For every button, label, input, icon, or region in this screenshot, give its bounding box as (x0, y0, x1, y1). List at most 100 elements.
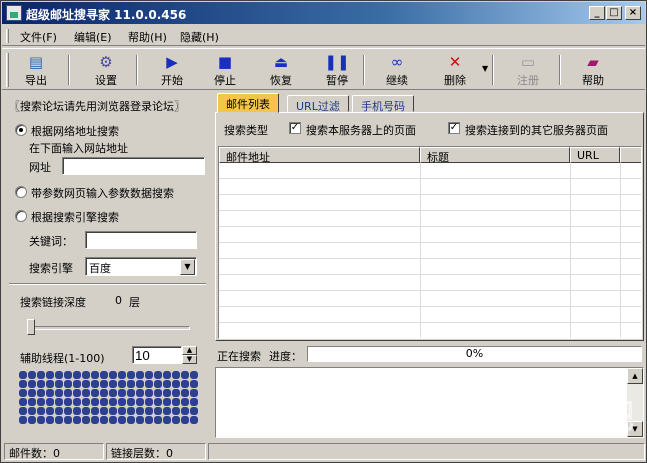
toolbar: ▤ 导出 ⚙ 设置 ▶ 开始 ■ 停止 ⏏ 恢复 ❚❚ 暂停 ∞ 继续 ✕ 删除 ▭ 注册 ▰ 帮助 ▼ (2, 48, 645, 90)
engine-select[interactable]: 百度 ▼ (85, 257, 197, 276)
depth-slider-track (27, 326, 190, 330)
thread-dot (46, 380, 54, 388)
thread-dot (28, 407, 36, 415)
minimize-button[interactable]: _ (589, 6, 605, 20)
thread-dot (91, 389, 99, 397)
toolbar-button-label: 开始 (161, 74, 183, 87)
thread-dot (73, 398, 81, 406)
table-row[interactable] (219, 163, 641, 179)
checkbox-local-server[interactable]: ✓ (289, 122, 301, 134)
table-row[interactable] (219, 211, 641, 227)
table-row[interactable] (219, 243, 641, 259)
thread-dot (145, 371, 153, 379)
thread-dot (55, 416, 63, 424)
toolbar-button-1[interactable]: ⚙ 设置 (86, 51, 126, 89)
table-row[interactable] (219, 307, 641, 323)
thread-dot (109, 389, 117, 397)
keyword-input[interactable] (85, 231, 197, 249)
table-row[interactable] (219, 259, 641, 275)
depth-slider-thumb[interactable] (27, 319, 35, 335)
menu-file[interactable]: 文件(F) (20, 29, 57, 45)
threads-input[interactable] (132, 346, 182, 364)
threads-stepper[interactable]: ▲ ▼ (182, 346, 197, 364)
thread-dot (163, 380, 171, 388)
toolbar-button-4[interactable]: ⏏ 恢复 (261, 51, 301, 89)
table-row[interactable] (219, 323, 641, 338)
maximize-button[interactable]: □ (606, 6, 622, 20)
table-row[interactable] (219, 275, 641, 291)
column-header-title[interactable]: 标题 (420, 147, 570, 164)
thread-dot (64, 398, 72, 406)
toolbar-button-9[interactable]: ▰ 帮助 (572, 51, 614, 89)
thread-dot (118, 380, 126, 388)
toolbar-button-label: 继续 (386, 74, 408, 87)
mail-table: 邮件地址 标题 URL (218, 146, 642, 339)
thread-dot (154, 398, 162, 406)
menu-edit[interactable]: 编辑(E) (74, 29, 112, 45)
menu-help[interactable]: 帮助(H) (128, 29, 167, 45)
keyword-label: 关键词： (29, 235, 73, 248)
option-url-label: 根据网络地址搜索 (31, 125, 119, 138)
url-input[interactable] (62, 157, 205, 175)
toolbar-button-label: 恢复 (270, 74, 292, 87)
thread-dot (37, 398, 45, 406)
thread-dot (82, 407, 90, 415)
radio-engine-search[interactable] (15, 210, 27, 222)
thread-dot (91, 416, 99, 424)
column-divider (420, 163, 421, 338)
chevron-down-icon[interactable]: ▼ (180, 259, 195, 275)
close-button[interactable]: × (625, 6, 641, 20)
thread-dot (145, 416, 153, 424)
thread-dot (46, 407, 54, 415)
menu-hide[interactable]: 隐藏(H) (180, 29, 219, 45)
column-header-url[interactable]: URL (570, 147, 620, 163)
toolbar-button-label: 删除 (444, 74, 466, 87)
scroll-up-icon[interactable]: ▲ (627, 368, 643, 384)
thread-dot (127, 407, 135, 415)
thread-dot (181, 398, 189, 406)
thread-dot (73, 380, 81, 388)
stepper-down-icon[interactable]: ▼ (182, 355, 197, 364)
delete-dropdown-icon[interactable]: ▼ (482, 64, 488, 73)
title-bar: 超级邮址搜寻家 11.0.0.456 _ □ × (2, 2, 645, 24)
thread-dot (118, 416, 126, 424)
tab-url-filter[interactable]: URL过滤 (287, 95, 349, 113)
thread-dot (136, 380, 144, 388)
thread-dot (64, 407, 72, 415)
thread-dot (145, 407, 153, 415)
thread-dot (19, 398, 27, 406)
tab-phone-numbers[interactable]: 手机号码 (352, 95, 414, 113)
stepper-up-icon[interactable]: ▲ (182, 346, 197, 355)
toolbar-button-0[interactable]: ▤ 导出 (16, 51, 56, 89)
toolbar-separator (363, 55, 365, 85)
toolbar-button-8[interactable]: ▭ 注册 (508, 51, 548, 89)
thread-dot (109, 416, 117, 424)
toolbar-button-6[interactable]: ∞ 继续 (377, 51, 417, 89)
thread-dot (19, 380, 27, 388)
thread-dot (91, 371, 99, 379)
column-header-email[interactable]: 邮件地址 (219, 147, 420, 164)
toolbar-button-2[interactable]: ▶ 开始 (152, 51, 192, 89)
thread-dot (136, 407, 144, 415)
checkbox-other-servers[interactable]: ✓ (448, 122, 460, 134)
thread-dot (37, 371, 45, 379)
radio-param-search[interactable] (15, 186, 27, 198)
depth-unit: 层 (129, 296, 140, 309)
table-row[interactable] (219, 227, 641, 243)
depth-value: 0 (115, 294, 122, 307)
thread-dot (136, 398, 144, 406)
toolbar-button-5[interactable]: ❚❚ 暂停 (317, 51, 357, 89)
engine-label: 搜索引擎 (29, 262, 73, 275)
table-row[interactable] (219, 179, 641, 195)
radio-url-search[interactable] (15, 124, 27, 136)
thread-dot (37, 380, 45, 388)
tab-mail-list[interactable]: 邮件列表 (217, 93, 279, 113)
thread-dot (127, 398, 135, 406)
toolbar-button-7[interactable]: ✕ 删除 (434, 51, 476, 89)
thread-dot (28, 389, 36, 397)
table-row[interactable] (219, 291, 641, 307)
table-row[interactable] (219, 195, 641, 211)
toolbar-button-3[interactable]: ■ 停止 (205, 51, 245, 89)
thread-dot (190, 407, 198, 415)
toolbar-button-label: 帮助 (582, 74, 604, 87)
